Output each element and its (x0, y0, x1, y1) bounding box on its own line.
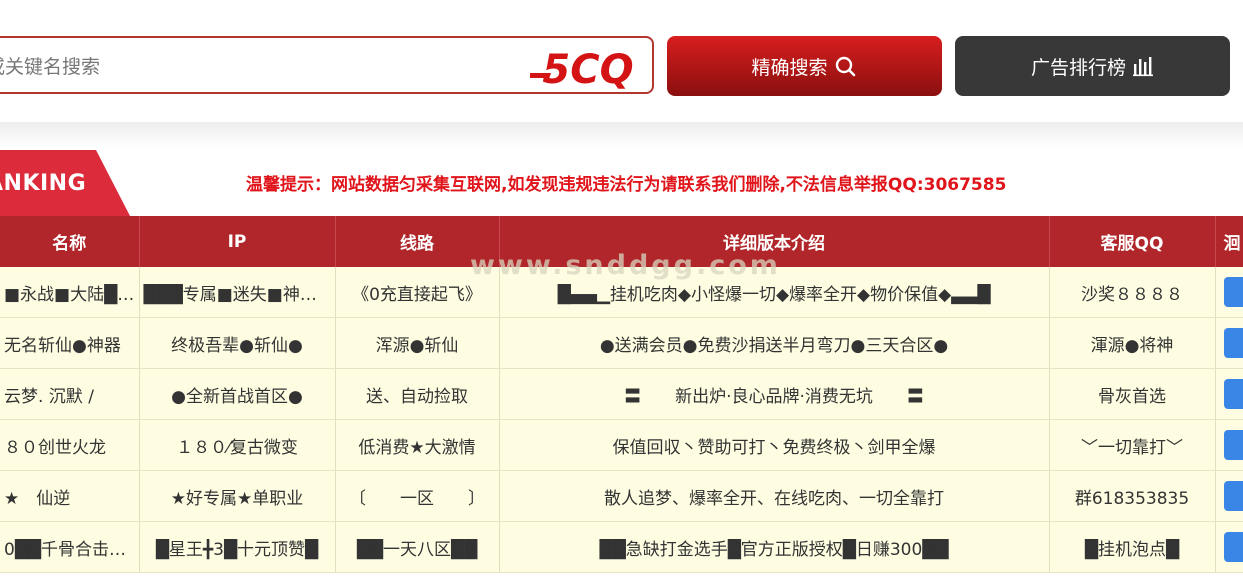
notice-text: 温馨提示：网站数据匀采集互联网,如发现违规违法行为请联系我们删除,不法信息举报Q… (246, 175, 1007, 195)
ranking-tab: ANKING (0, 150, 130, 216)
cell-name[interactable]: 无名斩仙●神器 (0, 317, 140, 369)
exact-search-button[interactable]: 精确搜索 (667, 36, 942, 96)
bar-chart-icon (1133, 57, 1153, 77)
cell-line: 《0充直接起飞》 (335, 267, 500, 318)
cell-details: ██急缺打金选手█官方正版授权█日赚300██ (499, 521, 1050, 573)
cell-ip[interactable]: ★好专属★单职业 (139, 470, 336, 522)
view-button[interactable] (1223, 532, 1242, 562)
search-placeholder: 或关键名搜索 (0, 55, 101, 78)
header-ip: IP (139, 216, 336, 267)
cell-qq: 群618353835 (1049, 470, 1216, 522)
table-row: 云梦. 沉默 / ●全新首战首区● 送、自动捡取 〓 新出炉·良心品牌·消费无坑… (0, 368, 1243, 420)
table-row: ■永战■大陆███... ███专属■迷失■神器█... 《0充直接起飞》 █▄… (0, 267, 1243, 318)
header-name: 名称 (0, 216, 140, 267)
ad-ranking-label: 广告排行榜 (1030, 56, 1126, 79)
view-button[interactable] (1223, 328, 1242, 358)
cell-name[interactable]: 云梦. 沉默 / (0, 368, 140, 420)
cell-action (1215, 521, 1243, 573)
cell-qq: 沙奖８８８８ (1049, 267, 1216, 318)
header-line: 线路 (335, 216, 500, 267)
view-button[interactable] (1223, 430, 1242, 460)
cell-details: █▄▄▁挂机吃肉◆小怪爆一切◆爆率全开◆物价保值◆▃▃█ (499, 267, 1050, 318)
top-search-bar: 或关键名搜索 5CQ 精确搜索 广告排行榜 (0, 0, 1243, 122)
cell-qq: 骨灰首选 (1049, 368, 1216, 420)
cell-line: 低消费★大激情 (335, 419, 500, 471)
cell-name[interactable]: ★ 仙逆 (0, 470, 140, 522)
cell-name[interactable]: ■永战■大陆███... (0, 267, 140, 318)
search-box: 或关键名搜索 5CQ (0, 36, 654, 94)
view-button[interactable] (1223, 481, 1242, 511)
search-input[interactable]: 或关键名搜索 (0, 38, 522, 92)
ranking-label: ANKING (0, 170, 87, 196)
cell-line: ██一天八区██ (335, 521, 500, 573)
divider-shadow (0, 122, 1243, 148)
cell-details: 〓 新出炉·良心品牌·消费无坑 〓 (499, 368, 1050, 420)
table-row: 0██千骨合击██ █星王╋3█十元顶赞█ ██一天八区██ ██急缺打金选手█… (0, 521, 1243, 573)
cell-name[interactable]: ８０创世火龙 (0, 419, 140, 471)
table-header-row: 名称 IP 线路 详细版本介绍 客服QQ 洄 (0, 216, 1243, 267)
cell-ip[interactable]: ●全新首战首区● (139, 368, 336, 420)
cell-ip[interactable]: ███专属■迷失■神器█... (139, 267, 336, 318)
cell-ip[interactable]: █星王╋3█十元顶赞█ (139, 521, 336, 573)
cell-qq: █挂机泡点█ (1049, 521, 1216, 573)
cell-details: ●送满会员●免费沙捐送半月弯刀●三天合区● (499, 317, 1050, 369)
cell-name[interactable]: 0██千骨合击██ (0, 521, 140, 573)
cell-action (1215, 368, 1243, 420)
cell-action (1215, 419, 1243, 471)
cell-ip[interactable]: １８０⁄复古微变 (139, 419, 336, 471)
exact-search-label: 精确搜索 (751, 56, 828, 79)
cell-details: 散人追梦、爆率全开、在线吃肉、一切全靠打 (499, 470, 1050, 522)
cell-details: 保值回収丶赞助可打丶免费终极丶剑甲全爆 (499, 419, 1050, 471)
cell-line: 〔 一区 〕 (335, 470, 500, 522)
search-icon (835, 56, 855, 77)
site-logo: 5CQ (530, 47, 634, 91)
cell-line: 浑源●斩仙 (335, 317, 500, 369)
header-action: 洄 (1215, 216, 1243, 267)
cell-line: 送、自动捡取 (335, 368, 500, 420)
view-button[interactable] (1223, 379, 1242, 409)
logo-text: 5CQ (542, 47, 633, 91)
table-row: ８０创世火龙 １８０⁄复古微变 低消费★大激情 保值回収丶赞助可打丶免费终极丶剑… (0, 419, 1243, 471)
server-table: 名称 IP 线路 详细版本介绍 客服QQ 洄 ■永战■大陆███... ███专… (0, 216, 1243, 573)
cell-action (1215, 317, 1243, 369)
cell-ip[interactable]: 终极吾辈●斩仙● (139, 317, 336, 369)
header-details: 详细版本介绍 (499, 216, 1050, 267)
header-qq: 客服QQ (1049, 216, 1216, 267)
cell-qq: 渾源●将神 (1049, 317, 1216, 369)
cell-qq: ﹀一切靠打﹀ (1049, 419, 1216, 471)
view-button[interactable] (1223, 277, 1242, 307)
cell-action (1215, 470, 1243, 522)
cell-action (1215, 267, 1243, 318)
ad-ranking-button[interactable]: 广告排行榜 (955, 36, 1230, 96)
table-row: ★ 仙逆 ★好专属★单职业 〔 一区 〕 散人追梦、爆率全开、在线吃肉、一切全靠… (0, 470, 1243, 522)
table-row: 无名斩仙●神器 终极吾辈●斩仙● 浑源●斩仙 ●送满会员●免费沙捐送半月弯刀●三… (0, 317, 1243, 369)
